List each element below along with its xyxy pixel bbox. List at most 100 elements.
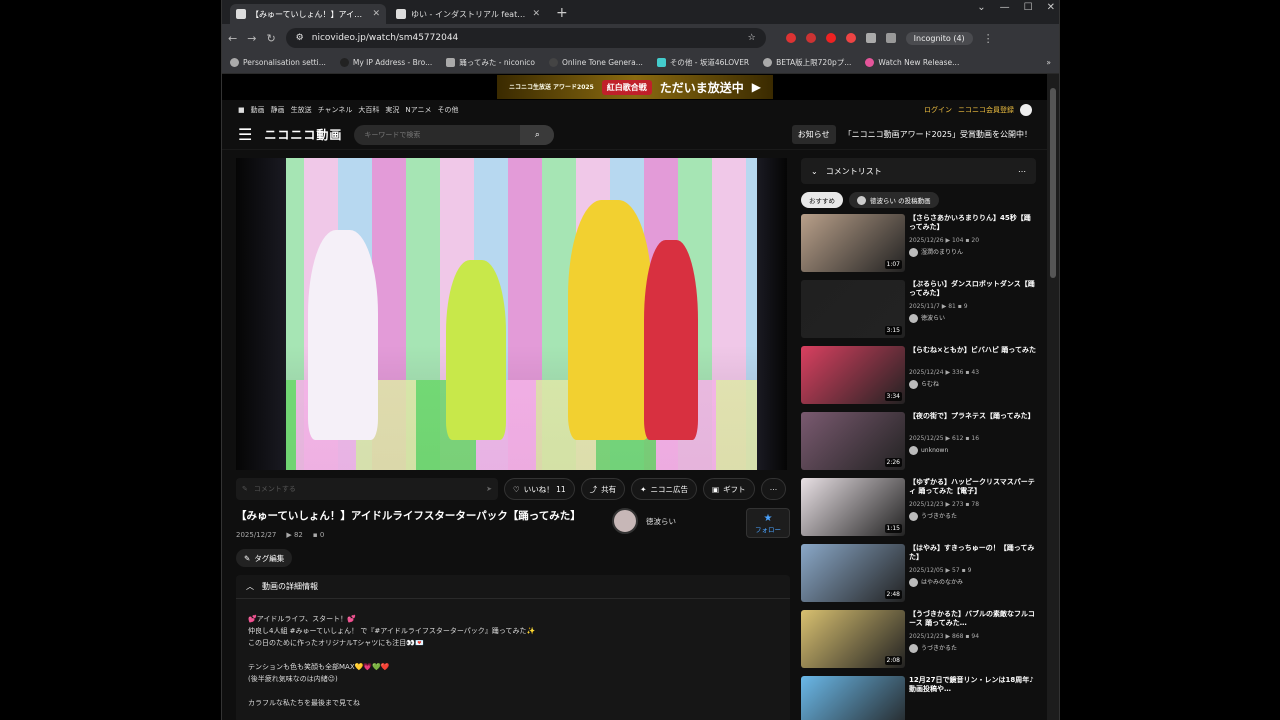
scrollbar-thumb[interactable] [1050, 88, 1056, 278]
maximize-icon[interactable]: ☐ [1024, 2, 1033, 13]
nav-item[interactable]: Nアニメ [405, 105, 431, 115]
share-button[interactable]: ⤴ 共有 [580, 478, 626, 500]
comment-list-header[interactable]: ⌄ コメントリスト ⋯ [801, 158, 1036, 184]
related-title[interactable]: 【はやみ】すきっちゅーの！【踊ってみた】 [909, 544, 1036, 563]
related-title[interactable]: 【うづきかるた】バブルの素敵なフルコース 踊ってみた… [909, 610, 1036, 629]
nav-item[interactable]: 実況 [385, 105, 399, 115]
related-title[interactable]: 【ぷるらい】ダンスロボットダンス【踊ってみた】 [909, 280, 1036, 299]
minimize-icon[interactable]: — [1000, 2, 1010, 13]
site-logo[interactable]: ニコニコ動画 [264, 126, 342, 143]
chip-uploader-videos[interactable]: 徳波らい の投稿動画 [849, 192, 939, 208]
home-icon[interactable]: ■ [238, 106, 245, 114]
bookmark-item[interactable]: Online Tone Genera... [549, 58, 643, 67]
site-info-icon[interactable]: ⚙ [296, 33, 304, 43]
incognito-badge[interactable]: Incognito (4) [905, 31, 973, 45]
more-button[interactable]: ⋯ [760, 478, 787, 500]
nav-item[interactable]: チャンネル [318, 105, 353, 115]
tab-search-icon[interactable]: ⌄ [977, 2, 985, 13]
nav-item[interactable]: 動画 [251, 105, 265, 115]
related-uploader[interactable]: unknown [909, 446, 1036, 455]
related-thumbnail[interactable]: 3:34 [801, 346, 905, 404]
send-icon[interactable]: ➤ [486, 485, 492, 493]
related-video-item[interactable]: 1:15 【ゆずかる】ハッピークリスマスパーティ 踊ってみた【電子】 2025/… [801, 478, 1036, 538]
forward-icon[interactable]: → [247, 32, 256, 45]
nav-item[interactable]: 生放送 [291, 105, 312, 115]
notice-text[interactable]: 「ニコニコ動画アワード2025」受賞動画を公開中！ [844, 129, 1032, 140]
related-title[interactable]: 【さらさあかいろまりりん】45秒【踊ってみた】 [909, 214, 1036, 233]
bookmark-item[interactable]: その他 - 坂道46LOVER [656, 57, 749, 68]
back-icon[interactable]: ← [228, 32, 237, 45]
ad-button[interactable]: ✦ ニコニ広告 [631, 478, 697, 500]
related-uploader[interactable]: らむね [909, 380, 1036, 389]
close-icon[interactable]: ✕ [372, 9, 380, 19]
tag-edit-button[interactable]: ✎ タグ編集 [236, 549, 293, 567]
bookmarks-overflow-icon[interactable]: » [1046, 58, 1051, 67]
bookmark-item[interactable]: Personalisation setti... [230, 58, 326, 67]
comment-input[interactable]: ✎ コメントする ➤ [236, 478, 498, 500]
nav-item[interactable]: 大百科 [358, 105, 379, 115]
related-title[interactable]: 12月27日で鏡音リン・レンは18周年♪動画投稿や… [909, 676, 1036, 695]
menu-kebab-icon[interactable]: ⋮ [983, 32, 994, 45]
related-uploader[interactable]: 徳波らい [909, 314, 1036, 323]
related-thumbnail[interactable]: 3:15 [801, 280, 905, 338]
related-thumbnail[interactable]: 2:26 [801, 412, 905, 470]
bookmark-item[interactable]: Watch New Release... [865, 58, 959, 67]
uploader-name[interactable]: 徳波らい [646, 516, 676, 527]
related-video-item[interactable]: 2:08 【うづきかるた】バブルの素敵なフルコース 踊ってみた… 2025/12… [801, 610, 1036, 670]
reload-icon[interactable]: ↻ [266, 32, 275, 45]
bookmark-item[interactable]: BETA版上限720pプ... [763, 57, 851, 68]
related-thumbnail[interactable]: 2:08 [801, 610, 905, 668]
related-video-item[interactable]: 1:07 【さらさあかいろまりりん】45秒【踊ってみた】 2025/12/26 … [801, 214, 1036, 274]
new-tab-button[interactable]: + [550, 4, 574, 24]
related-title[interactable]: 【ゆずかる】ハッピークリスマスパーティ 踊ってみた【電子】 [909, 478, 1036, 497]
hamburger-menu-icon[interactable]: ☰ [238, 125, 252, 144]
tab-inactive[interactable]: ゆい - インダストリアル feat. 初音ミ ✕ [390, 4, 546, 24]
page-scrollbar[interactable] [1047, 74, 1059, 720]
chip-recommended[interactable]: おすすめ [801, 192, 843, 208]
related-uploader[interactable]: うづきかるた [909, 644, 1036, 653]
nav-item[interactable]: 静画 [271, 105, 285, 115]
media-icon[interactable] [885, 33, 896, 43]
register-link[interactable]: ニコニコ会員登録 [958, 105, 1014, 115]
related-video-item[interactable]: 2:26 【夜の街で】プラネテス【踊ってみた】 2025/12/25 ▶ 612… [801, 412, 1036, 472]
related-video-item[interactable]: 3:34 【らむね×ともか】ビバハピ 踊ってみた 2025/12/24 ▶ 33… [801, 346, 1036, 406]
related-uploader[interactable]: はやみのなかみ [909, 578, 1036, 587]
tab-active[interactable]: 【みゅーていしょん！】アイドルライフス ✕ [230, 4, 386, 24]
gift-button[interactable]: ▣ ギフト [702, 478, 755, 500]
address-bar[interactable]: ⚙ nicovideo.jp/watch/sm45772044 ☆ [285, 28, 766, 48]
more-icon[interactable]: ⋯ [1018, 167, 1026, 176]
related-video-item[interactable]: 12月27日で鏡音リン・レンは18周年♪動画投稿や… ▶ ▪ [801, 676, 1036, 720]
like-button[interactable]: ♡ いいね！ 11 [504, 478, 575, 500]
notice-button[interactable]: お知らせ [791, 125, 836, 144]
puzzle-icon[interactable] [865, 33, 876, 43]
bookmark-item[interactable]: My IP Address - Bro... [339, 58, 432, 67]
related-uploader[interactable]: うづきかるた [909, 512, 1036, 521]
close-icon[interactable]: ✕ [532, 9, 540, 19]
related-title[interactable]: 【夜の街で】プラネテス【踊ってみた】 [909, 412, 1036, 431]
uploader-avatar[interactable] [612, 508, 638, 534]
nav-item[interactable]: その他 [438, 105, 459, 115]
related-thumbnail[interactable] [801, 676, 905, 720]
related-video-item[interactable]: 2:48 【はやみ】すきっちゅーの！【踊ってみた】 2025/12/05 ▶ 5… [801, 544, 1036, 604]
avatar[interactable] [1020, 104, 1032, 116]
extension-icon[interactable] [805, 33, 816, 43]
related-video-item[interactable]: 3:15 【ぷるらい】ダンスロボットダンス【踊ってみた】 2025/11/7 ▶… [801, 280, 1036, 340]
bookmark-item[interactable]: 踊ってみた - niconico [446, 57, 535, 68]
extension-icon[interactable] [825, 33, 836, 43]
related-uploader[interactable]: 湿潤のまりりん [909, 248, 1036, 257]
search-input[interactable]: キーワードで検索 ⌕ [354, 124, 555, 145]
related-title[interactable]: 【らむね×ともか】ビバハピ 踊ってみた [909, 346, 1036, 365]
details-header[interactable]: ︿ 動画の詳細情報 [236, 575, 790, 599]
close-window-icon[interactable]: ✕ [1047, 2, 1055, 13]
related-thumbnail[interactable]: 1:07 [801, 214, 905, 272]
follow-button[interactable]: ★ フォロー [746, 508, 790, 538]
search-icon[interactable]: ⌕ [520, 124, 555, 145]
related-thumbnail[interactable]: 2:48 [801, 544, 905, 602]
uploader[interactable]: 徳波らい [612, 508, 676, 534]
broadcast-banner[interactable]: ニコニコ生放送 アワード2025 紅白歌合戦 ただいま放送中 ▶ [222, 74, 1048, 100]
extension-icon[interactable] [785, 33, 796, 43]
related-thumbnail[interactable]: 1:15 [801, 478, 905, 536]
video-player[interactable] [236, 158, 787, 470]
bookmark-star-icon[interactable]: ☆ [748, 33, 756, 43]
login-link[interactable]: ログイン [924, 105, 952, 115]
